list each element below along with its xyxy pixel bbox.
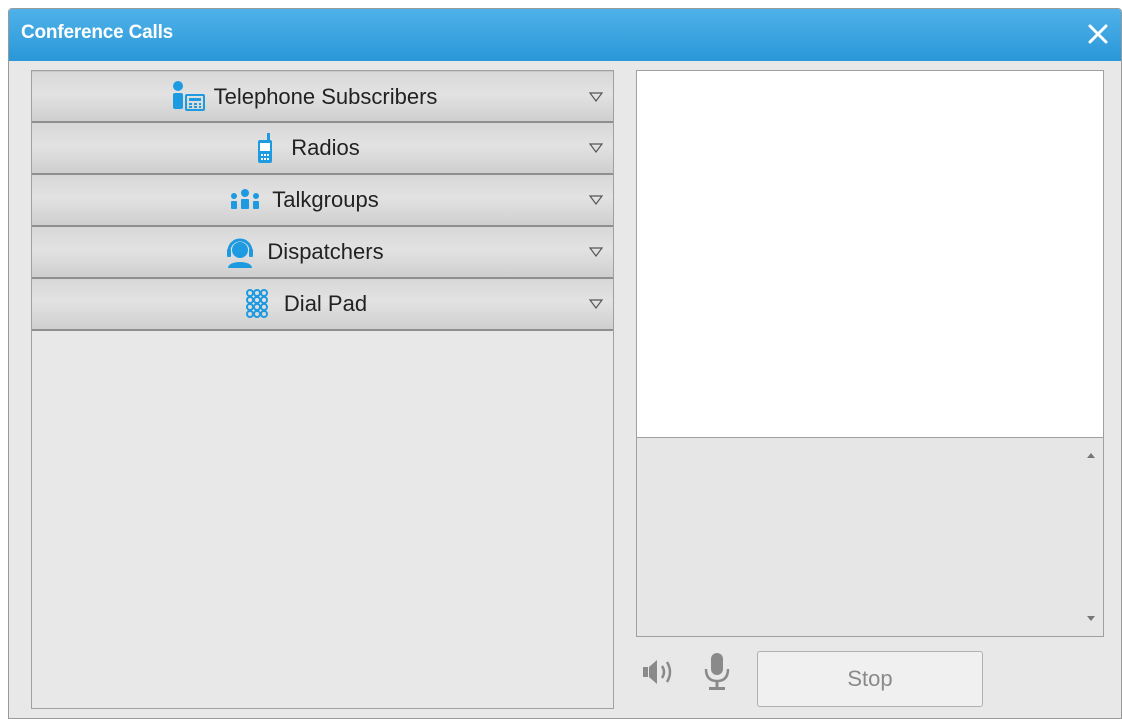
chevron-down-icon[interactable] — [589, 194, 603, 206]
speaker-icon[interactable] — [641, 655, 679, 689]
radio-icon — [258, 133, 273, 163]
talkgroup-icon — [231, 189, 260, 209]
section-label: Radios — [291, 135, 360, 160]
chevron-down-icon[interactable] — [589, 91, 603, 103]
window-title: Conference Calls — [21, 22, 174, 43]
scroll-down-icon[interactable] — [1085, 614, 1097, 624]
section-label: Telephone Subscribers — [213, 83, 438, 109]
stop-button[interactable]: Stop — [757, 651, 983, 707]
chevron-down-icon[interactable] — [589, 246, 603, 258]
chevron-down-icon[interactable] — [589, 142, 603, 154]
call-controls: Stop — [636, 649, 1104, 709]
section-label: Dispatchers — [267, 239, 384, 264]
section-label: Dial Pad — [283, 291, 368, 316]
scroll-up-icon[interactable] — [1085, 450, 1097, 460]
section-talkgroups[interactable]: Talkgroups — [32, 175, 613, 227]
telephone-subscriber-icon — [172, 80, 205, 111]
section-dispatchers[interactable]: Dispatchers — [32, 227, 613, 279]
section-telephone-subscribers[interactable]: Telephone Subscribers — [32, 71, 613, 123]
section-label: Talkgroups — [272, 187, 379, 212]
participants-list[interactable] — [636, 70, 1104, 438]
contacts-panel: Telephone Subscribers Radios Talkgroups … — [31, 70, 614, 709]
section-dial-pad[interactable]: Dial Pad — [32, 279, 613, 331]
dial-pad-icon — [245, 289, 268, 318]
close-icon[interactable] — [1083, 19, 1113, 49]
title-bar: Conference Calls — [9, 9, 1121, 61]
chevron-down-icon[interactable] — [589, 298, 603, 310]
conference-calls-window: Conference Calls Telephone Subscribers R… — [8, 8, 1122, 719]
section-radios[interactable]: Radios — [32, 123, 613, 175]
microphone-icon[interactable] — [702, 651, 732, 691]
call-log-area[interactable] — [636, 437, 1104, 637]
dispatcher-icon — [227, 238, 254, 268]
